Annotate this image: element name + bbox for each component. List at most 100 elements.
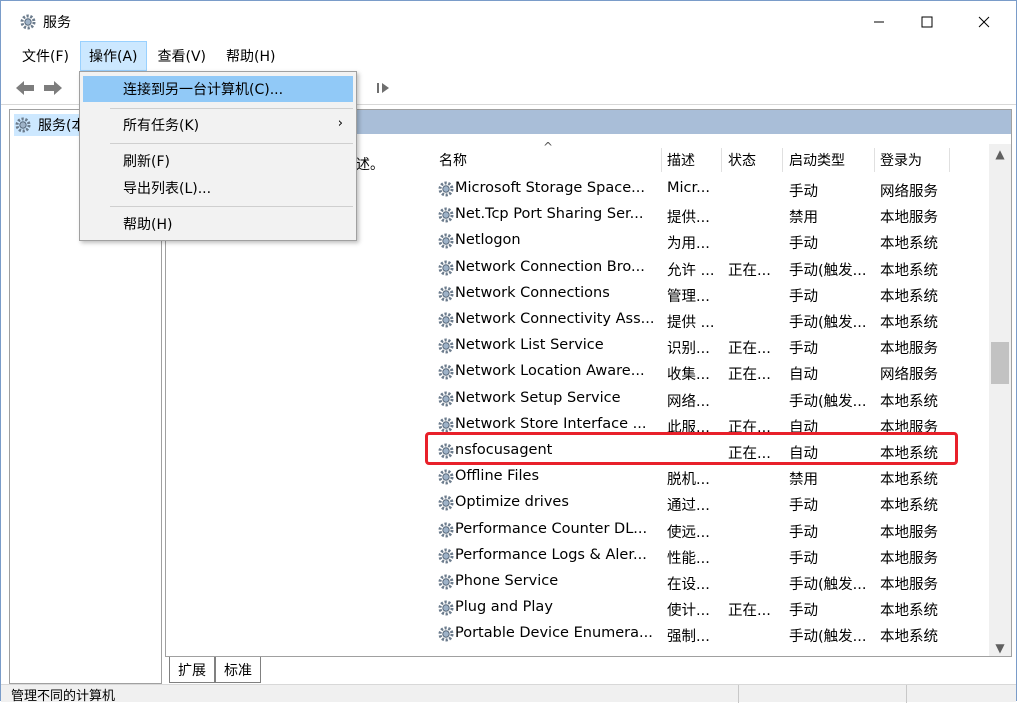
column-header-logon-as[interactable]: 登录为 [880,146,922,174]
service-row[interactable]: Network Connections 管理... 手动 本地系统 [419,281,994,307]
service-logon-as: 本地系统 [880,498,938,515]
service-startup-type: 手动 [789,498,818,515]
menu-file[interactable]: 文件(F) [13,41,78,71]
resume-service-button[interactable] [371,77,395,99]
gear-icon [437,232,455,250]
service-row[interactable]: Network Store Interface ... 此服... 正在... 自动 本… [419,412,994,438]
service-description: 提供 ... [667,315,715,331]
service-row[interactable]: Network List Service 识别... 正在... 手动 本地服务 [419,333,994,359]
gear-icon [437,180,455,198]
gear-icon [437,521,455,539]
close-button[interactable] [961,7,1007,37]
service-logon-as: 本地服务 [880,210,938,227]
service-logon-as: 本地系统 [880,236,938,253]
service-description: 此服... [667,419,710,436]
service-row[interactable]: Network Location Aware... 收集... 正在... 自动 网络服… [419,359,994,385]
sort-ascending-icon: ^ [543,140,554,154]
service-description: 脱机... [667,472,710,489]
service-name: Portable Device Enumera... [455,625,653,642]
scroll-up-button[interactable]: ▲ [989,144,1011,164]
service-row[interactable]: Network Setup Service 网络... 手动(触发... 本地系统 [419,386,994,412]
vertical-scrollbar[interactable]: ▲ ▼ [989,144,1011,656]
service-description: 强制... [667,629,710,646]
service-row[interactable]: Offline Files 脱机... 禁用 本地系统 [419,464,994,490]
menu-action[interactable]: 操作(A) [79,41,147,71]
service-logon-as: 本地系统 [880,446,938,462]
service-row[interactable]: Phone Service 在设... 手动(触发... 本地服务 [419,569,994,595]
service-row[interactable]: Network Connection Bro... 允许 ... 正在... 手动(触… [419,255,994,281]
menu-item-export-list[interactable]: 导出列表(L)... [83,175,353,201]
service-row[interactable]: Optimize drives 通过... 手动 本地系统 [419,490,994,516]
gear-icon [437,547,455,565]
menu-help[interactable]: 帮助(H) [217,41,284,71]
service-name: Net.Tcp Port Sharing Ser... [455,206,644,223]
column-separator[interactable] [874,148,875,172]
service-row[interactable]: Performance Logs & Aler... 性能... 手动 本地服务 [419,543,994,569]
service-status: 正在... [728,262,771,279]
column-header-name[interactable]: 名称 [439,146,467,174]
menu-item-help[interactable]: 帮助(H) [83,211,353,237]
service-name: Performance Logs & Aler... [455,546,647,563]
view-tabs: 扩展 标准 [165,657,1012,683]
column-separator[interactable] [661,148,662,172]
service-startup-type: 禁用 [789,472,818,489]
service-row[interactable]: Network Connectivity Ass... 提供 ... 手动(触发..… [419,307,994,333]
service-logon-as: 本地服务 [880,419,938,436]
service-name: Network Connections [455,284,610,301]
service-row[interactable]: Microsoft Storage Space... Micr... 手动 网络服务 [419,176,994,202]
service-logon-as: 本地系统 [880,603,938,620]
service-name: Network Setup Service [455,389,621,406]
column-separator[interactable] [721,148,722,172]
services-window: 服务 文件(F) 操作(A) 查看(V) 帮助(H) 服务(本 述。 ^ 名称 … [0,0,1017,704]
service-logon-as: 本地服务 [880,341,938,358]
service-logon-as: 网络服务 [880,367,938,384]
menu-bar: 文件(F) 操作(A) 查看(V) 帮助(H) [1,41,1016,71]
forward-button[interactable] [41,77,65,99]
column-header-status[interactable]: 状态 [728,146,756,174]
service-logon-as: 本地系统 [880,393,938,410]
menu-item-connect-computer[interactable]: 连接到另一台计算机(C)... [83,76,353,102]
minimize-icon [874,21,884,23]
service-description: 在设... [667,577,710,593]
tab-extended[interactable]: 扩展 [169,657,215,683]
submenu-arrow-icon: › [337,116,343,131]
gear-icon [437,390,455,408]
service-row[interactable]: nsfocusagent 正在... 自动 本地系统 [419,438,994,464]
service-startup-type: 手动 [789,236,818,253]
service-row[interactable]: Netlogon 为用... 手动 本地系统 [419,228,994,254]
tab-standard[interactable]: 标准 [215,657,261,683]
service-startup-type: 自动 [789,367,818,384]
column-separator[interactable] [949,148,950,172]
gear-icon [437,285,455,303]
service-name: Performance Counter DL... [455,520,648,537]
service-row[interactable]: Performance Counter DL... 使远... 手动 本地服务 [419,517,994,543]
menu-item-refresh[interactable]: 刷新(F) [83,148,353,174]
gear-icon [437,416,455,434]
close-icon [978,16,990,28]
service-startup-type: 自动 [789,419,818,436]
service-startup-type: 手动(触发... [789,315,867,331]
service-startup-type: 手动 [789,341,818,358]
status-separator [738,685,739,703]
minimize-button[interactable] [856,7,902,37]
menu-view[interactable]: 查看(V) [149,41,216,71]
service-description: 通过... [667,498,710,515]
menu-item-all-tasks[interactable]: 所有任务(K) › [83,112,353,138]
service-row[interactable]: Net.Tcp Port Sharing Ser... 提供... 禁用 本地服务 [419,202,994,228]
service-name: Offline Files [455,468,539,485]
service-row[interactable]: Portable Device Enumera... 强制... 手动(触发... 本… [419,621,994,647]
forward-arrow-icon [44,81,62,95]
service-description: 提供... [667,210,710,227]
column-header-description[interactable]: 描述 [667,146,695,174]
column-separator[interactable] [782,148,783,172]
maximize-button[interactable] [904,7,950,37]
window-title: 服务 [43,15,71,31]
scroll-down-button[interactable]: ▼ [989,638,1011,656]
service-description: 允许 ... [667,262,715,279]
back-button[interactable] [13,77,37,99]
column-header-startup-type[interactable]: 启动类型 [789,146,845,174]
service-row[interactable]: Plug and Play 使计... 正在... 手动 本地系统 [419,595,994,621]
scroll-thumb[interactable] [991,342,1009,384]
service-name: Network Connection Bro... [455,258,645,275]
gear-icon [437,599,455,617]
